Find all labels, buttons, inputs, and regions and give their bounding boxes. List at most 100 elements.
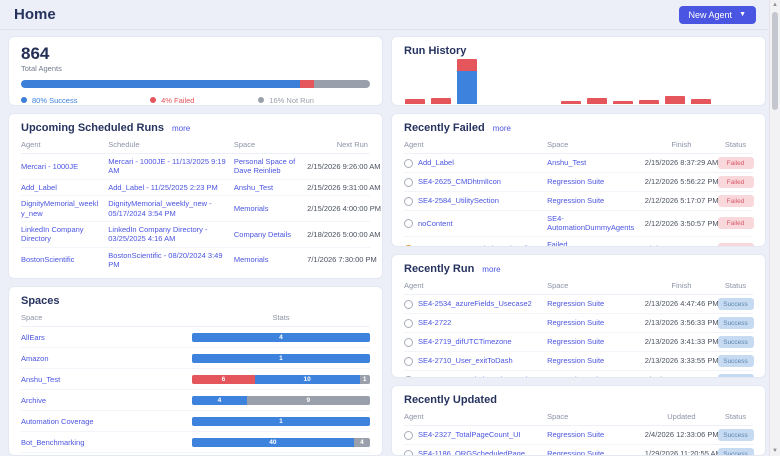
space-name-link[interactable]: Anshu_Test	[21, 375, 192, 384]
agent-icon	[404, 319, 413, 328]
history-bar	[665, 96, 685, 104]
space-stats-bar: 4	[192, 333, 370, 342]
agent-link[interactable]: SE4-2327_TotalPageCount_UI	[418, 430, 529, 439]
space-link[interactable]: Regression Suite	[547, 299, 645, 308]
table-row: noContentSE4-AutomationDummyAgents2/12/2…	[404, 211, 753, 237]
agent-link[interactable]: SE4-2584_UtilitySection	[418, 196, 507, 205]
space-name-link[interactable]: Amazon	[21, 354, 192, 363]
next-run-time: 2/15/2026 4:00:00 PM	[307, 204, 370, 213]
legend-dot-icon	[258, 97, 264, 103]
total-agents-count: 864	[21, 45, 370, 63]
upcoming-more-link[interactable]: more	[172, 124, 190, 133]
agent-link[interactable]: SE4-2719_difUTCTimezone	[418, 337, 520, 346]
finish-time: 2/12/2026 5:56:22 PM	[645, 177, 718, 186]
agent-link[interactable]: SE4-2159 Run 15Min intentionally	[418, 244, 539, 247]
agent-link[interactable]: SE4-2625_CMDhtmlIcon	[418, 177, 509, 186]
total-agents-label: Total Agents	[21, 64, 370, 73]
recently-updated-table: AgentSpaceUpdatedStatusSE4-2327_TotalPag…	[404, 409, 753, 456]
schedule-link[interactable]: Mercari - 1000JE - 11/13/2025 9:19 AM	[108, 157, 234, 176]
table-header-row: AgentSpaceFinishStatus	[404, 278, 753, 295]
schedule-link[interactable]: LinkedIn Company Directory - 03/25/2025 …	[108, 225, 234, 244]
space-link[interactable]: Regression Suite	[547, 449, 645, 456]
stats-bar-segment: 1	[192, 417, 370, 426]
agent-link[interactable]: SE4-1186_ORGScheduledPage	[418, 449, 533, 456]
agent-link[interactable]: LinkedIn Company Directory	[21, 225, 108, 244]
space-link[interactable]: Regression Suite	[547, 177, 645, 186]
space-link[interactable]: Memorials	[234, 255, 307, 264]
agent-link[interactable]: noContent	[418, 219, 461, 228]
status-badge: Failed	[718, 243, 754, 247]
space-link[interactable]: Regression Suite	[547, 196, 645, 205]
agent-cell: SE4-2719_difUTCTimezone	[404, 337, 547, 346]
space-link[interactable]: Regression Suite	[547, 337, 645, 346]
space-stats-bar: 1	[192, 417, 370, 426]
space-link[interactable]: Regression Suite	[547, 430, 645, 439]
table-row: SE4-2722Regression Suite2/13/2026 3:56:3…	[404, 314, 753, 333]
space-link[interactable]: Memorials	[234, 204, 307, 213]
agent-cell: SE4-2722	[404, 318, 547, 327]
space-row: Anshu_Test6101	[21, 369, 370, 390]
finish-time: 2/13/2026 4:47:46 PM	[645, 299, 718, 308]
space-link[interactable]: Regression Suite	[547, 375, 645, 378]
space-link[interactable]: Failed regressionSuitAgents	[547, 240, 645, 247]
space-row: Archive49	[21, 390, 370, 411]
upcoming-table: AgentScheduleSpaceNext RunMercari - 1000…	[21, 137, 370, 272]
recently-run-title: Recently Run	[404, 263, 474, 275]
agent-link[interactable]: SE4-2710_User_exitToDash	[418, 356, 521, 365]
status-badge: Failed	[718, 176, 754, 188]
new-agent-button[interactable]: New Agent ▼	[679, 6, 756, 24]
space-name-link[interactable]: Automation Coverage	[21, 417, 192, 426]
recently-failed-more-link[interactable]: more	[493, 124, 511, 133]
recently-run-table: AgentSpaceFinishStatusSE4-2534_azureFiel…	[404, 278, 753, 378]
history-bar	[561, 101, 581, 104]
agent-link[interactable]: BostonScientific	[21, 255, 108, 264]
space-link[interactable]: Regression Suite	[547, 318, 645, 327]
schedule-link[interactable]: BostonScientific - 08/20/2024 3:49 PM	[108, 251, 234, 270]
agent-link[interactable]: Mercari - 1000JE	[21, 162, 108, 171]
schedule-link[interactable]: DignityMemorial_weekly_new - 05/17/2024 …	[108, 199, 234, 218]
finish-time: 2/12/2026 5:17:07 PM	[645, 196, 718, 205]
agent-link[interactable]: Add_Label	[418, 158, 462, 167]
agent-link[interactable]: Add_Label	[21, 183, 108, 192]
success-bar-segment	[457, 71, 477, 104]
table-row: SE4-2327_TotalPageCount_UI Regression Sui…	[404, 426, 753, 445]
finish-time: 2/13/2026 3:33:09 PM	[645, 375, 718, 378]
failed-bar-segment	[561, 101, 581, 104]
space-link[interactable]: Anshu_Test	[547, 158, 645, 167]
finish-time: 1/29/2026 11:20:55 AM	[645, 449, 718, 456]
scrollbar-thumb[interactable]	[772, 12, 778, 110]
table-header-row: SpaceStats	[21, 310, 370, 327]
agent-link[interactable]: SE4-2534_azureFields_Usecase2	[418, 299, 540, 308]
table-row: SE4-2534_azureFields_Usecase2 Regression …	[404, 295, 753, 314]
space-name-link[interactable]: AllEars	[21, 333, 192, 342]
right-column: Run History Recently Failed more AgentSp…	[391, 36, 766, 456]
agent-link[interactable]: DignityMemorial_weekly_new	[21, 199, 108, 218]
vertical-scrollbar[interactable]: ▲ ▼	[769, 0, 780, 456]
agent-icon	[404, 431, 413, 440]
agent-icon	[404, 197, 413, 206]
agent-link[interactable]: SE4-2722	[418, 318, 459, 327]
column-header: Updated	[645, 412, 718, 421]
space-link[interactable]: Company Details	[234, 230, 307, 239]
agent-link[interactable]: SE4-2710_Orgadmin_exitToDash	[418, 375, 538, 378]
column-header: Agent	[404, 412, 547, 421]
stats-bar-segment: 4	[192, 396, 247, 405]
history-bar	[431, 98, 451, 104]
agent-cell: Add_Label	[404, 158, 547, 167]
space-link[interactable]: Personal Space of Dave Reinlieb	[234, 157, 307, 176]
space-name-link[interactable]: Bot_Benchmarking	[21, 438, 192, 447]
space-link[interactable]: Regression Suite	[547, 356, 645, 365]
space-link[interactable]: SE4-AutomationDummyAgents	[547, 214, 645, 233]
scroll-down-arrow-icon[interactable]: ▼	[770, 446, 780, 456]
agent-icon	[404, 219, 413, 228]
schedule-link[interactable]: Add_Label - 11/25/2025 2:23 PM	[108, 183, 234, 192]
recently-run-more-link[interactable]: more	[482, 265, 500, 274]
table-row: SE4-2159 Run 15Min intentionally Failed r…	[404, 237, 753, 247]
status-badge: Failed	[718, 157, 754, 169]
agent-cell: SE4-2710_Orgadmin_exitToDash	[404, 375, 547, 378]
status-badge: Success	[718, 317, 754, 329]
space-name-link[interactable]: Archive	[21, 396, 192, 405]
agent-icon	[404, 338, 413, 347]
scroll-up-arrow-icon[interactable]: ▲	[770, 0, 780, 10]
space-link[interactable]: Anshu_Test	[234, 183, 307, 192]
